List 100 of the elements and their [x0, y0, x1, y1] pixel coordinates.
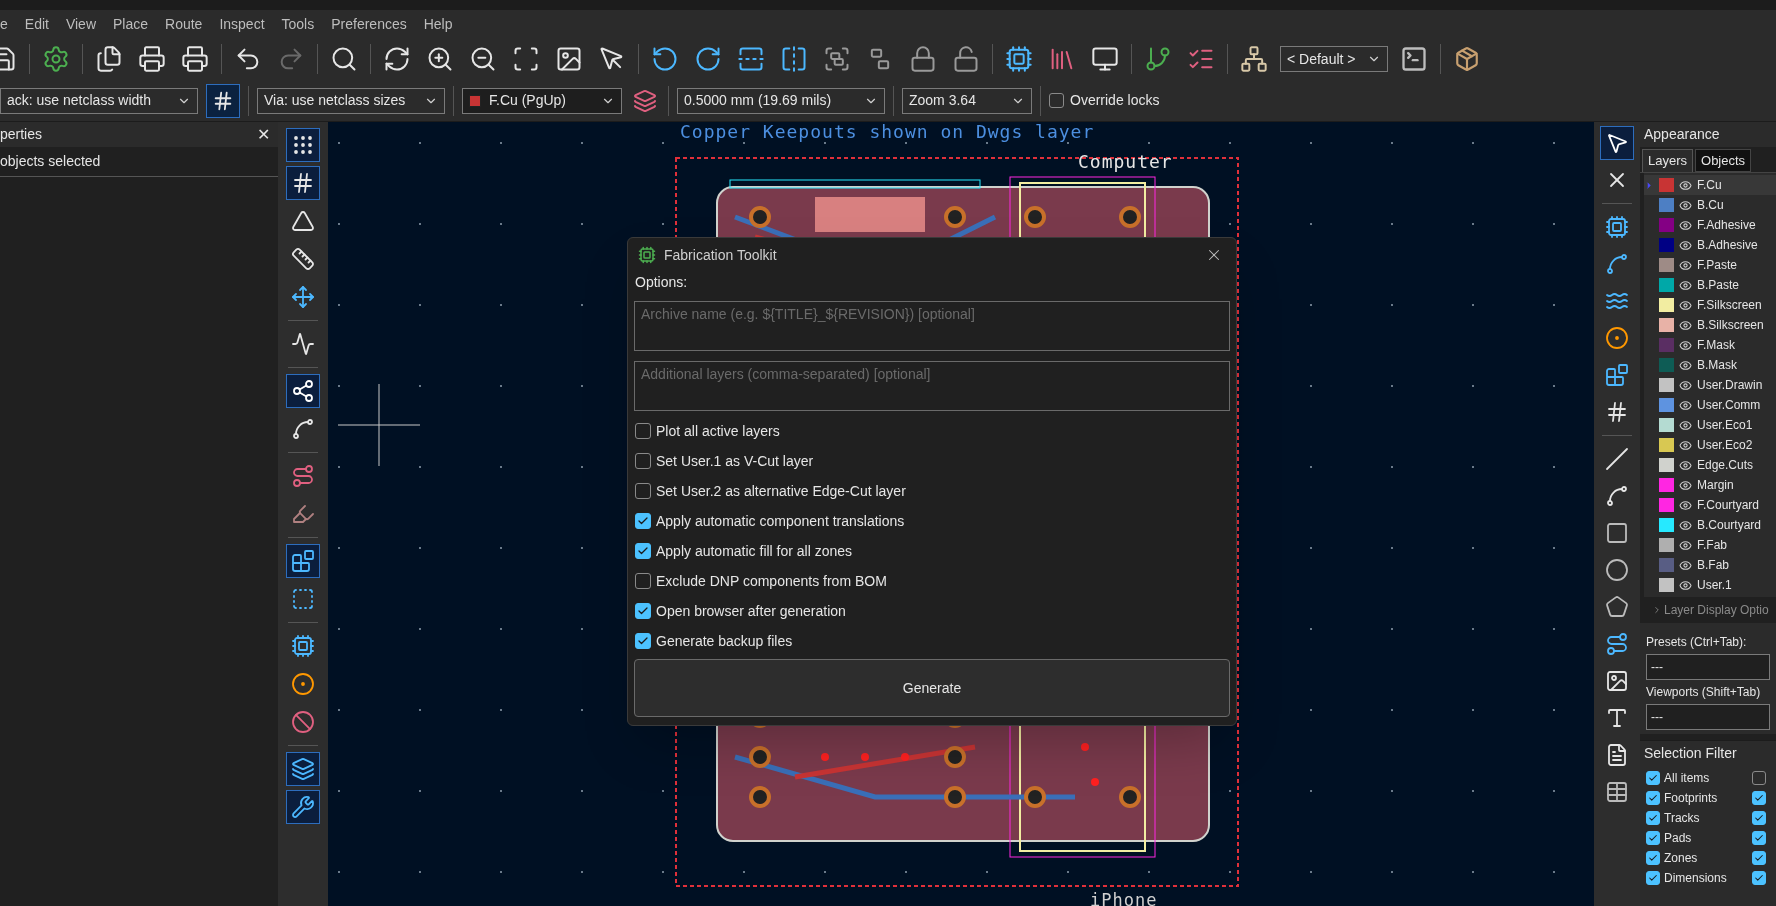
preset-dropdown[interactable]: < Default >: [1280, 46, 1388, 72]
eye-icon[interactable]: [1679, 518, 1692, 532]
checkbox[interactable]: [1752, 851, 1766, 865]
presets-dropdown[interactable]: ---: [1646, 654, 1770, 680]
eye-icon[interactable]: [1679, 298, 1692, 312]
layer-row[interactable]: F.Fab: [1644, 535, 1776, 555]
checkbox[interactable]: [1646, 771, 1660, 785]
layer-name: F.Paste: [1697, 257, 1738, 274]
menu-item[interactable]: Route: [165, 13, 203, 35]
menu-item[interactable]: Help: [423, 13, 453, 35]
section-toggle[interactable]: Layer Display Optio: [1664, 601, 1769, 619]
checkbox[interactable]: [1752, 771, 1766, 785]
text-field[interactable]: Additional layers (comma-separated) [optional]: [634, 361, 1230, 411]
layer-row[interactable]: User.Comm: [1644, 395, 1776, 415]
layer-dropdown[interactable]: F.Cu (PgUp): [462, 87, 622, 114]
eye-icon[interactable]: [1679, 198, 1692, 212]
layer-row[interactable]: F.Paste: [1644, 255, 1776, 275]
checkbox[interactable]: [635, 483, 651, 499]
zoom-dropdown[interactable]: Zoom 3.64: [902, 87, 1032, 114]
eye-icon[interactable]: [1679, 578, 1692, 592]
layers-toggle[interactable]: [286, 752, 320, 786]
ratsnest-toggle[interactable]: [286, 374, 320, 408]
layer-row[interactable]: User.1: [1644, 575, 1776, 595]
checkbox[interactable]: [1646, 791, 1660, 805]
menu-item[interactable]: Place: [113, 13, 149, 35]
menu-item[interactable]: Preferences: [331, 13, 407, 35]
generate-button[interactable]: Generate: [634, 659, 1230, 717]
eye-icon[interactable]: [1679, 418, 1692, 432]
layer-row[interactable]: F.Adhesive: [1644, 215, 1776, 235]
eye-icon[interactable]: [1679, 378, 1692, 392]
footprint-icon: [1605, 215, 1629, 239]
filter-label: Tracks: [1664, 810, 1700, 827]
select-tool[interactable]: [1600, 126, 1634, 160]
checkbox[interactable]: [635, 633, 651, 649]
layer-row[interactable]: F.Cu: [1644, 175, 1776, 195]
expand-icon[interactable]: [1652, 605, 1662, 615]
text-field[interactable]: Archive name (e.g. ${TITLE}_${REVISION}) [optional]: [634, 301, 1230, 351]
layer-row[interactable]: B.Adhesive: [1644, 235, 1776, 255]
menu-item[interactable]: View: [65, 13, 96, 35]
layer-row[interactable]: B.Mask: [1644, 355, 1776, 375]
via-size-dropdown[interactable]: Via: use netclass sizes: [257, 87, 445, 114]
eye-icon[interactable]: [1679, 358, 1692, 372]
checkbox[interactable]: [635, 543, 651, 559]
panel-tab[interactable]: Layers: [1642, 149, 1694, 172]
checkbox[interactable]: [635, 453, 651, 469]
layer-row[interactable]: B.Paste: [1644, 275, 1776, 295]
checkbox[interactable]: [1752, 811, 1766, 825]
eye-icon[interactable]: [1679, 398, 1692, 412]
layer-row[interactable]: F.Courtyard: [1644, 495, 1776, 515]
layer-row[interactable]: B.Courtyard: [1644, 515, 1776, 535]
checkbox[interactable]: [1752, 831, 1766, 845]
layer-row[interactable]: Margin: [1644, 475, 1776, 495]
track-width-dropdown[interactable]: ack: use netclass width: [0, 87, 198, 114]
menu-item[interactable]: Tools: [281, 13, 315, 35]
eye-icon[interactable]: [1679, 438, 1692, 452]
layer-row[interactable]: F.Silkscreen: [1644, 295, 1776, 315]
menu-item[interactable]: Edit: [24, 13, 49, 35]
layer-row[interactable]: User.Drawin: [1644, 375, 1776, 395]
line-icon: [1605, 447, 1629, 471]
eye-icon[interactable]: [1679, 178, 1692, 192]
eye-icon[interactable]: [1679, 538, 1692, 552]
layer-row[interactable]: F.Mask: [1644, 335, 1776, 355]
menu-item[interactable]: Inspect: [219, 13, 265, 35]
grid-dropdown[interactable]: 0.5000 mm (19.69 mils): [677, 87, 885, 114]
eye-icon[interactable]: [1679, 498, 1692, 512]
eye-icon[interactable]: [1679, 338, 1692, 352]
close-button[interactable]: ✕: [257, 126, 270, 143]
group-icon: [823, 45, 851, 73]
checkbox[interactable]: [635, 573, 651, 589]
layer-row[interactable]: User.Eco1: [1644, 415, 1776, 435]
eye-icon[interactable]: [1679, 458, 1692, 472]
viewports-dropdown[interactable]: ---: [1646, 704, 1770, 730]
curved-ratsnest-icon: [291, 417, 315, 441]
menu-item[interactable]: e: [0, 13, 8, 35]
checkbox[interactable]: [1752, 791, 1766, 805]
checkbox[interactable]: [1646, 831, 1660, 845]
eye-icon[interactable]: [1679, 258, 1692, 272]
checkbox[interactable]: [635, 423, 651, 439]
layer-row[interactable]: User.Eco2: [1644, 435, 1776, 455]
eye-icon[interactable]: [1679, 558, 1692, 572]
checkbox[interactable]: [1646, 811, 1660, 825]
checkbox[interactable]: [635, 603, 651, 619]
eye-icon[interactable]: [1679, 218, 1692, 232]
layer-row[interactable]: B.Fab: [1644, 555, 1776, 575]
checkbox[interactable]: [1752, 871, 1766, 885]
grid-dots-toggle[interactable]: [286, 128, 320, 162]
eye-icon[interactable]: [1679, 238, 1692, 252]
checkbox[interactable]: [1646, 851, 1660, 865]
panel-tab[interactable]: Objects: [1695, 149, 1752, 172]
eye-icon[interactable]: [1679, 278, 1692, 292]
layer-row[interactable]: Edge.Cuts: [1644, 455, 1776, 475]
checkbox[interactable]: [1049, 93, 1064, 108]
eye-icon[interactable]: [1679, 318, 1692, 332]
tools-toggle[interactable]: [286, 790, 320, 824]
layer-row[interactable]: B.Cu: [1644, 195, 1776, 215]
layer-row[interactable]: B.Silkscreen: [1644, 315, 1776, 335]
checkbox[interactable]: [635, 513, 651, 529]
checkbox[interactable]: [1646, 871, 1660, 885]
eye-icon[interactable]: [1679, 478, 1692, 492]
track-mode-button[interactable]: [206, 83, 240, 118]
